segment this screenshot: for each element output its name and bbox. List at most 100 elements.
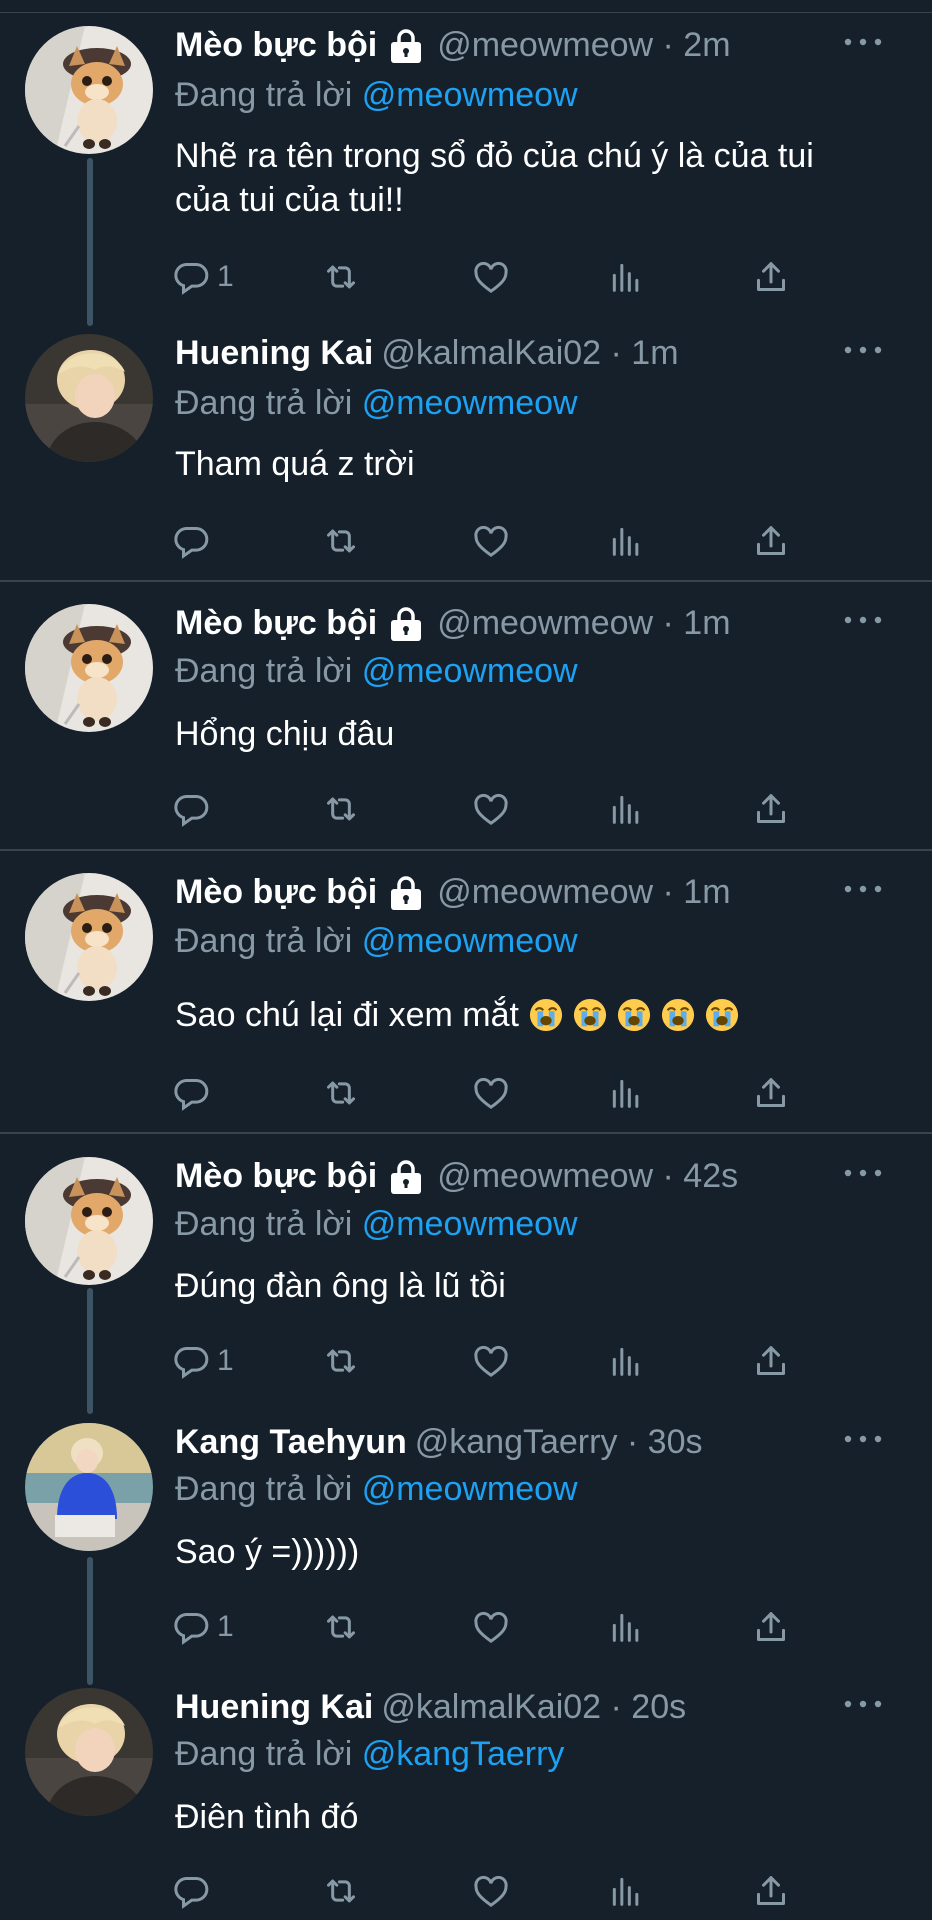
author-name[interactable]: Mèo bực bội: [175, 26, 377, 64]
like-button[interactable]: [471, 1868, 511, 1914]
loudly-crying-face-emoji: [573, 998, 607, 1032]
more-icon[interactable]: [840, 610, 886, 630]
tweet-text: Hổng chịu đâu: [175, 712, 875, 756]
mention-link[interactable]: @kangTaerry: [362, 1735, 565, 1773]
author-name[interactable]: Kang Taehyun: [175, 1423, 407, 1461]
share-icon: [751, 257, 791, 297]
blond-person-avatar[interactable]: [25, 1688, 153, 1816]
like-icon: [471, 789, 511, 829]
loudly-crying-face-emoji: [705, 998, 739, 1032]
like-button[interactable]: [471, 1338, 511, 1384]
retweet-button[interactable]: [321, 1868, 361, 1914]
share-button[interactable]: [751, 518, 791, 564]
analytics-icon: [606, 789, 646, 829]
mention-link[interactable]: @meowmeow: [362, 652, 578, 690]
blue-sweater-person-avatar[interactable]: [25, 1423, 153, 1551]
like-button[interactable]: [471, 518, 511, 564]
author-handle[interactable]: @meowmeow · 1m: [437, 604, 730, 642]
analytics-button[interactable]: [606, 1338, 646, 1384]
author-handle[interactable]: @kalmalKai02 · 1m: [381, 334, 678, 372]
more-icon[interactable]: [840, 1694, 886, 1714]
reply-count: 1: [217, 1344, 234, 1377]
mention-link[interactable]: @meowmeow: [362, 922, 578, 960]
share-button[interactable]: [751, 1070, 791, 1116]
tweet-divider: [0, 1132, 932, 1134]
reply-button[interactable]: [171, 1868, 211, 1914]
analytics-button[interactable]: [606, 1868, 646, 1914]
analytics-icon: [606, 1073, 646, 1113]
tweet-header: Mèo bực bội @meowmeow · 2m: [175, 26, 912, 72]
author-handle[interactable]: @meowmeow · 1m: [437, 873, 730, 911]
like-button[interactable]: [471, 1604, 511, 1650]
like-button[interactable]: [471, 786, 511, 832]
cat-avatar[interactable]: [25, 26, 153, 154]
mention-link[interactable]: @meowmeow: [362, 1470, 578, 1508]
author-name[interactable]: Mèo bực bội: [175, 873, 377, 911]
thread-line: [87, 158, 93, 326]
share-button[interactable]: [751, 1868, 791, 1914]
analytics-button[interactable]: [606, 786, 646, 832]
more-icon[interactable]: [840, 32, 886, 52]
mention-link[interactable]: @meowmeow: [362, 76, 578, 114]
thread-line: [87, 1557, 93, 1685]
author-handle[interactable]: @kangTaerry · 30s: [415, 1423, 703, 1461]
lock-icon: [387, 875, 425, 910]
mention-link[interactable]: @meowmeow: [362, 1205, 578, 1243]
loudly-crying-face-emoji: [617, 998, 651, 1032]
reply-icon: [171, 1871, 211, 1911]
author-handle[interactable]: @kalmalKai02 · 20s: [381, 1688, 686, 1726]
retweet-button[interactable]: [321, 518, 361, 564]
like-icon: [471, 1073, 511, 1113]
reply-icon: [171, 1341, 211, 1381]
more-icon[interactable]: [840, 340, 886, 360]
analytics-button[interactable]: [606, 1604, 646, 1650]
tweet-header: Huening Kai @kalmalKai02 · 1m: [175, 334, 912, 380]
retweet-button[interactable]: [321, 254, 361, 300]
tweet-text: Nhẽ ra tên trong sổ đỏ của chú ý là của …: [175, 134, 875, 222]
share-button[interactable]: [751, 1338, 791, 1384]
retweet-button[interactable]: [321, 1604, 361, 1650]
analytics-button[interactable]: [606, 518, 646, 564]
author-handle[interactable]: @meowmeow · 42s: [437, 1157, 738, 1195]
replying-to-label: Đang trả lời: [175, 1470, 362, 1508]
share-button[interactable]: [751, 1604, 791, 1650]
retweet-button[interactable]: [321, 1070, 361, 1116]
like-icon: [471, 521, 511, 561]
cat-avatar[interactable]: [25, 1157, 153, 1285]
replying-to-label: Đang trả lời: [175, 1205, 362, 1243]
like-button[interactable]: [471, 1070, 511, 1116]
reply-button[interactable]: [171, 1070, 211, 1116]
author-handle[interactable]: @meowmeow · 2m: [437, 26, 730, 64]
mention-link[interactable]: @meowmeow: [362, 384, 578, 422]
tweet-actions: [174, 518, 835, 564]
author-name[interactable]: Mèo bực bội: [175, 1157, 377, 1195]
more-icon[interactable]: [840, 879, 886, 899]
retweet-button[interactable]: [321, 786, 361, 832]
cat-avatar[interactable]: [25, 873, 153, 1001]
reply-button[interactable]: [171, 518, 211, 564]
reply-icon: [171, 1073, 211, 1113]
like-button[interactable]: [471, 254, 511, 300]
reply-button[interactable]: 1: [171, 254, 234, 300]
analytics-icon: [606, 1341, 646, 1381]
like-icon: [471, 257, 511, 297]
share-icon: [751, 1341, 791, 1381]
reply-button[interactable]: [171, 786, 211, 832]
reply-icon: [171, 1607, 211, 1647]
replying-to: Đang trả lời @meowmeow: [175, 384, 578, 423]
author-name[interactable]: Huening Kai: [175, 1688, 373, 1726]
author-name[interactable]: Huening Kai: [175, 334, 373, 372]
retweet-button[interactable]: [321, 1338, 361, 1384]
author-name[interactable]: Mèo bực bội: [175, 604, 377, 642]
cat-avatar[interactable]: [25, 604, 153, 732]
share-button[interactable]: [751, 786, 791, 832]
reply-button[interactable]: 1: [171, 1338, 234, 1384]
share-button[interactable]: [751, 254, 791, 300]
more-icon[interactable]: [840, 1163, 886, 1183]
blond-person-avatar[interactable]: [25, 334, 153, 462]
reply-button[interactable]: 1: [171, 1604, 234, 1650]
more-icon[interactable]: [840, 1429, 886, 1449]
analytics-button[interactable]: [606, 254, 646, 300]
retweet-icon: [321, 1607, 361, 1647]
analytics-button[interactable]: [606, 1070, 646, 1116]
